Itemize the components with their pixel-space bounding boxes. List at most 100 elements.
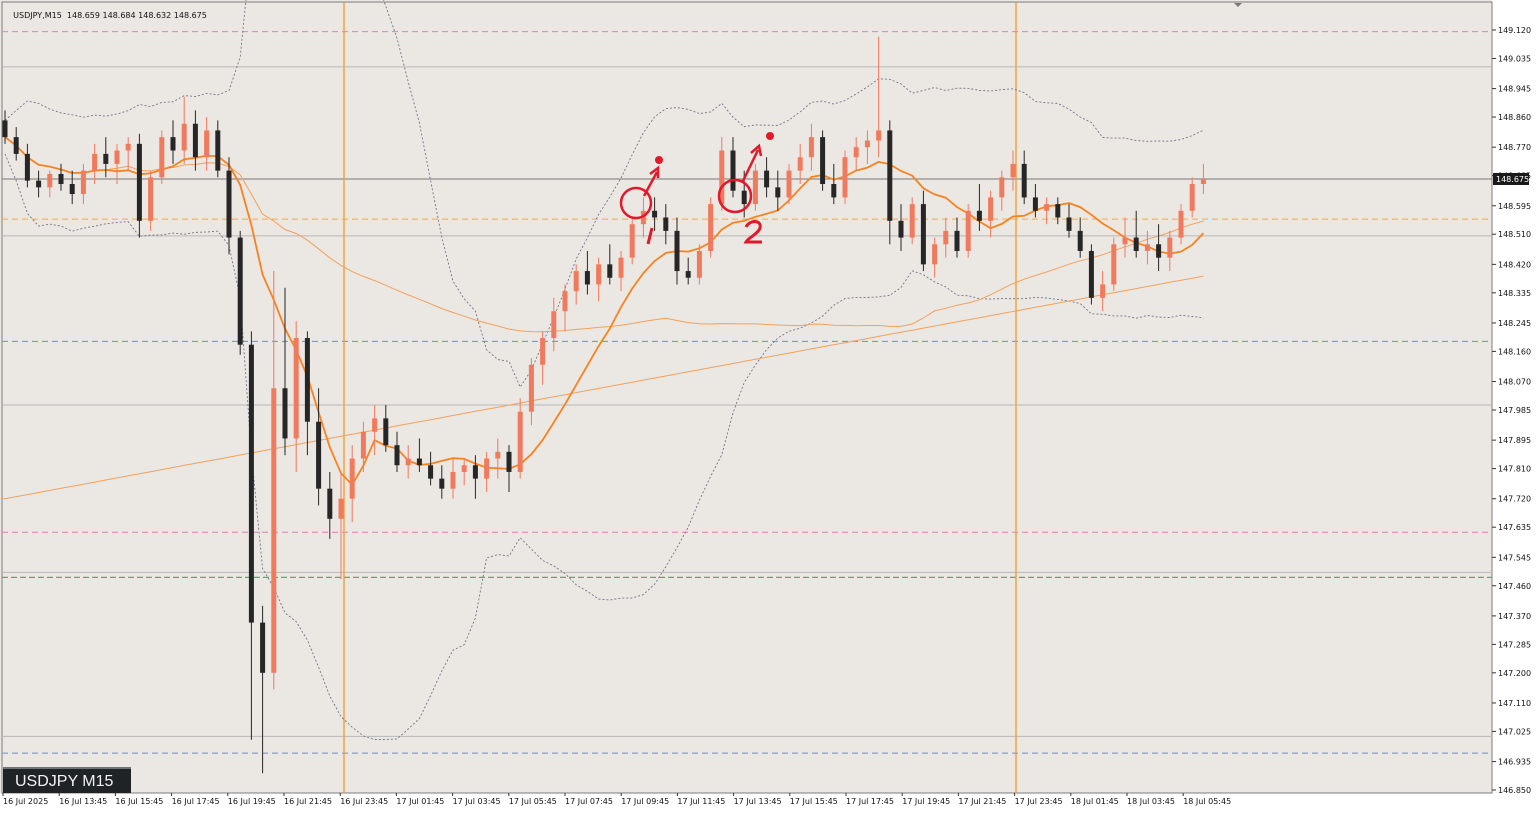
candle-body[interactable] [775, 187, 781, 198]
candle-body[interactable] [215, 130, 221, 171]
candle-body[interactable] [898, 220, 904, 238]
candle-body[interactable] [271, 388, 277, 673]
candle-body[interactable] [752, 170, 758, 205]
candle-body[interactable] [1122, 237, 1128, 245]
candle-body[interactable] [125, 143, 131, 151]
candle-body[interactable] [808, 137, 814, 158]
candle-body[interactable] [349, 458, 355, 499]
candle-body[interactable] [764, 170, 770, 188]
candle-body[interactable] [1100, 284, 1106, 298]
candle-body[interactable] [696, 250, 702, 278]
candle-body[interactable] [1088, 250, 1094, 298]
candle-body[interactable] [248, 344, 254, 623]
candle-body[interactable] [304, 338, 310, 422]
candle-body[interactable] [495, 451, 501, 459]
candle-body[interactable] [831, 184, 837, 198]
candle-body[interactable] [820, 137, 826, 185]
candle-body[interactable] [573, 271, 579, 292]
candle-body[interactable] [528, 364, 534, 412]
candle-body[interactable] [506, 451, 512, 472]
candle-body[interactable] [976, 210, 982, 221]
candle-body[interactable] [383, 418, 389, 446]
candle-body[interactable] [730, 150, 736, 191]
candle-body[interactable] [148, 177, 154, 221]
candle-body[interactable] [181, 123, 187, 151]
candle-body[interactable] [416, 458, 422, 466]
candle-body[interactable] [1055, 204, 1061, 218]
candle-body[interactable] [584, 271, 590, 285]
candle-body[interactable] [988, 197, 994, 221]
candle-body[interactable] [517, 411, 523, 472]
candle-body[interactable] [450, 471, 456, 489]
candle-body[interactable] [47, 173, 53, 188]
candle-body[interactable] [1189, 184, 1195, 211]
candle-body[interactable] [797, 157, 803, 171]
candle-body[interactable] [842, 157, 848, 198]
candle-body[interactable] [876, 130, 882, 141]
candle-body[interactable] [741, 190, 747, 205]
candle-body[interactable] [954, 230, 960, 251]
candle-body[interactable] [461, 465, 467, 472]
candle-body[interactable] [1032, 197, 1038, 211]
candle-body[interactable] [428, 465, 434, 479]
candle-body[interactable] [316, 421, 322, 489]
candle-body[interactable] [551, 311, 557, 339]
candle-body[interactable] [360, 431, 366, 459]
candle-body[interactable] [293, 338, 299, 439]
candle-body[interactable] [652, 210, 658, 218]
candle-body[interactable] [80, 170, 86, 195]
candle-body[interactable] [327, 488, 333, 519]
candle-body[interactable] [540, 338, 546, 365]
candle-body[interactable] [36, 180, 42, 188]
price-chart[interactable]: 149.120 149.035 148.945 148.860 148.770 148.6… [0, 0, 1536, 817]
candle-body[interactable] [192, 123, 198, 158]
candle-body[interactable] [965, 210, 971, 251]
candle-body[interactable] [394, 445, 400, 466]
candle-body[interactable] [629, 224, 635, 258]
candle-body[interactable] [685, 271, 691, 278]
candle-body[interactable] [405, 458, 411, 466]
candle-body[interactable] [1200, 178, 1206, 185]
candle-body[interactable] [674, 230, 680, 272]
candle-body[interactable] [999, 177, 1005, 198]
candle-body[interactable] [1167, 237, 1173, 258]
candle-body[interactable] [1178, 210, 1184, 238]
candle-body[interactable] [92, 153, 98, 171]
candle-body[interactable] [472, 465, 478, 479]
candle-body[interactable] [1021, 163, 1027, 198]
candle-body[interactable] [58, 173, 64, 185]
candle-body[interactable] [372, 418, 378, 432]
candle-body[interactable] [618, 257, 624, 278]
candle-body[interactable] [1133, 237, 1139, 251]
candle-body[interactable] [853, 147, 859, 158]
candle-body[interactable] [2, 120, 8, 138]
candle-body[interactable] [1111, 244, 1117, 285]
candle-body[interactable] [786, 170, 792, 198]
candle-body[interactable] [338, 498, 344, 519]
candle-body[interactable] [1144, 244, 1150, 251]
candle-body[interactable] [562, 291, 568, 312]
candle-body[interactable] [708, 204, 714, 251]
candle-body[interactable] [1010, 163, 1016, 178]
candle-body[interactable] [69, 184, 75, 195]
candle-body[interactable] [114, 150, 120, 164]
candle-body[interactable] [13, 137, 19, 154]
candle-body[interactable] [1077, 230, 1083, 251]
candle-body[interactable] [226, 170, 232, 238]
candle-body[interactable] [159, 137, 165, 178]
candle-body[interactable] [663, 217, 669, 231]
candle-body[interactable] [170, 137, 176, 151]
candle-body[interactable] [282, 388, 288, 439]
candle-body[interactable] [103, 153, 109, 164]
candle-body[interactable] [439, 478, 445, 489]
candle-body[interactable] [204, 130, 210, 158]
candle-body[interactable] [260, 622, 266, 673]
candle-body[interactable] [1156, 244, 1162, 258]
candle-body[interactable] [920, 204, 926, 265]
candle-body[interactable] [484, 458, 490, 479]
candle-body[interactable] [1044, 204, 1050, 211]
candle-body[interactable] [237, 237, 243, 345]
candle-body[interactable] [596, 264, 602, 285]
candle-body[interactable] [887, 130, 893, 221]
candle-body[interactable] [136, 143, 142, 221]
